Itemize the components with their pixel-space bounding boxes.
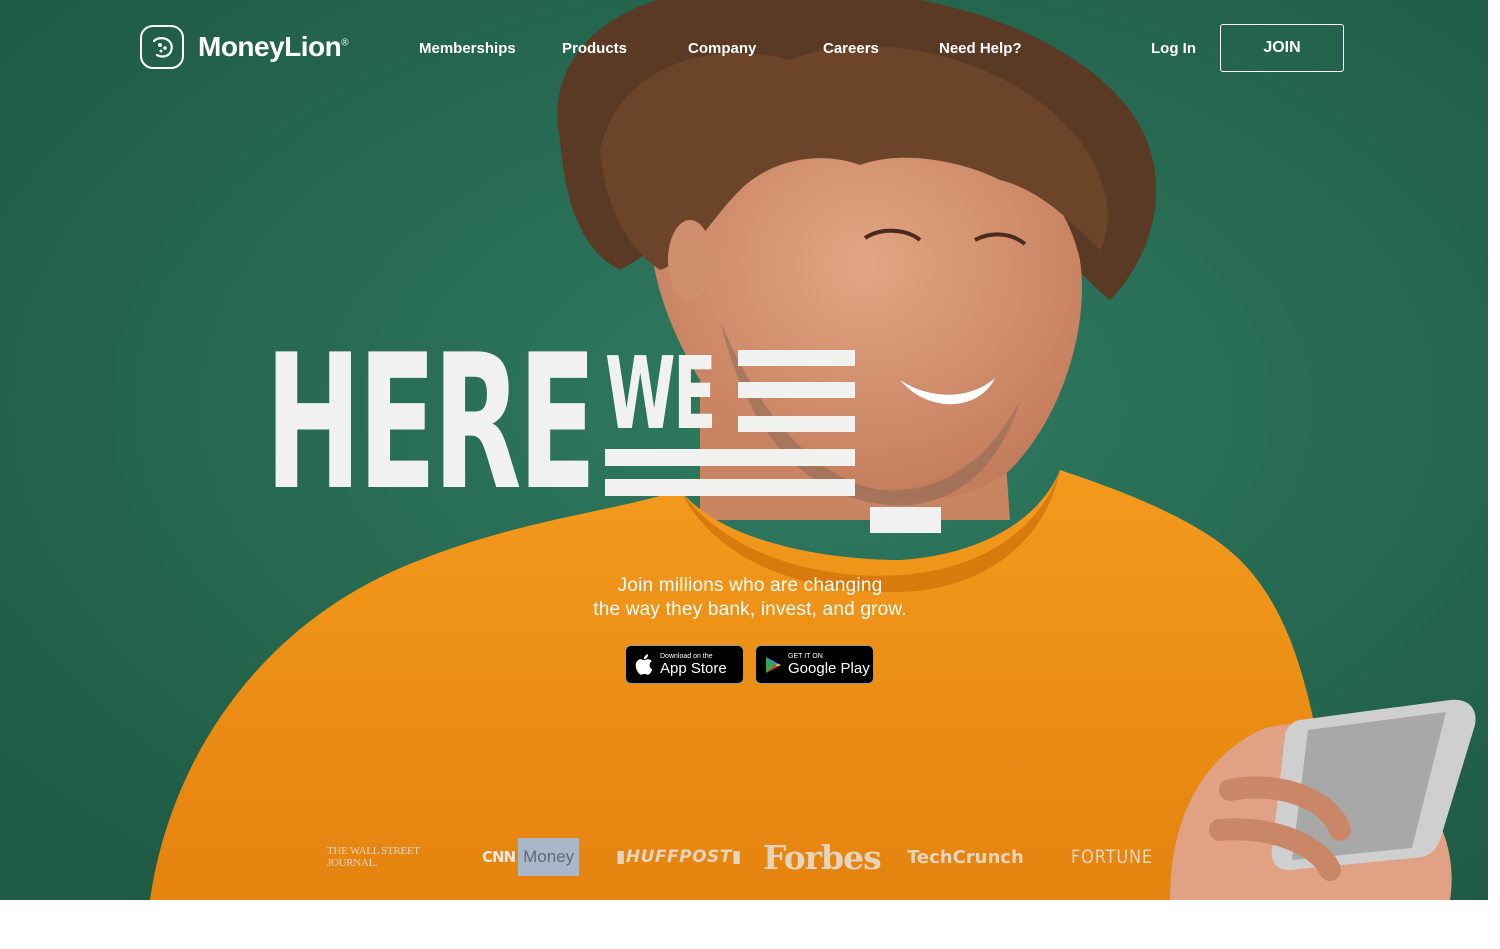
join-button[interactable]: JOIN [1220,24,1344,72]
google-play-big-text: Google Play [788,659,870,677]
google-play-icon [765,656,782,674]
brand-name: MoneyLion® [198,31,349,62]
press-logo-huffpost: ▮ HUFFPOST ▮ [616,847,742,867]
press-logo-forbes: Forbes [763,837,882,877]
tagline-line-2: the way they bank, invest, and grow. [593,599,907,620]
headline-blank-line [738,416,855,432]
hero-tagline: Join millions who are changing the way t… [500,574,1000,622]
headline-blank-line [605,479,855,496]
headline-here: HERE [265,314,597,531]
headline-we: WE [605,335,717,452]
login-link[interactable]: Log In [1151,40,1196,57]
moneylion-logo[interactable]: MoneyLion® [140,25,349,69]
headline-blank-line [738,350,855,366]
apple-icon [635,654,653,675]
nav-need-help[interactable]: Need Help? [939,40,1022,57]
nav-memberships[interactable]: Memberships [419,40,516,57]
nav-products[interactable]: Products [562,40,627,57]
press-logo-wsj: THE WALL STREET JOURNAL. [327,845,420,869]
tagline-line-1: Join millions who are changing [617,575,883,596]
headline-blank-line [738,382,855,398]
press-logo-cnn-money: CNN Money [482,838,583,876]
hero-headline: HERE WE [265,330,945,540]
google-play-button[interactable]: GET IT ON Google Play [755,645,874,684]
app-store-big-text: App Store [660,659,727,677]
press-logo-techcrunch: TechCrunch [907,846,1024,868]
lion-icon [140,25,184,69]
press-logo-fortune: FORTUNE [1071,846,1153,868]
nav-company[interactable]: Company [688,40,756,57]
nav-careers[interactable]: Careers [823,40,879,57]
headline-cursor-block [870,507,941,533]
hero-section: MoneyLion® Memberships Products Company … [0,0,1488,900]
headline-blank-line [605,449,855,466]
app-store-button[interactable]: Download on the App Store [625,645,744,684]
top-nav: MoneyLion® Memberships Products Company … [0,0,1488,96]
